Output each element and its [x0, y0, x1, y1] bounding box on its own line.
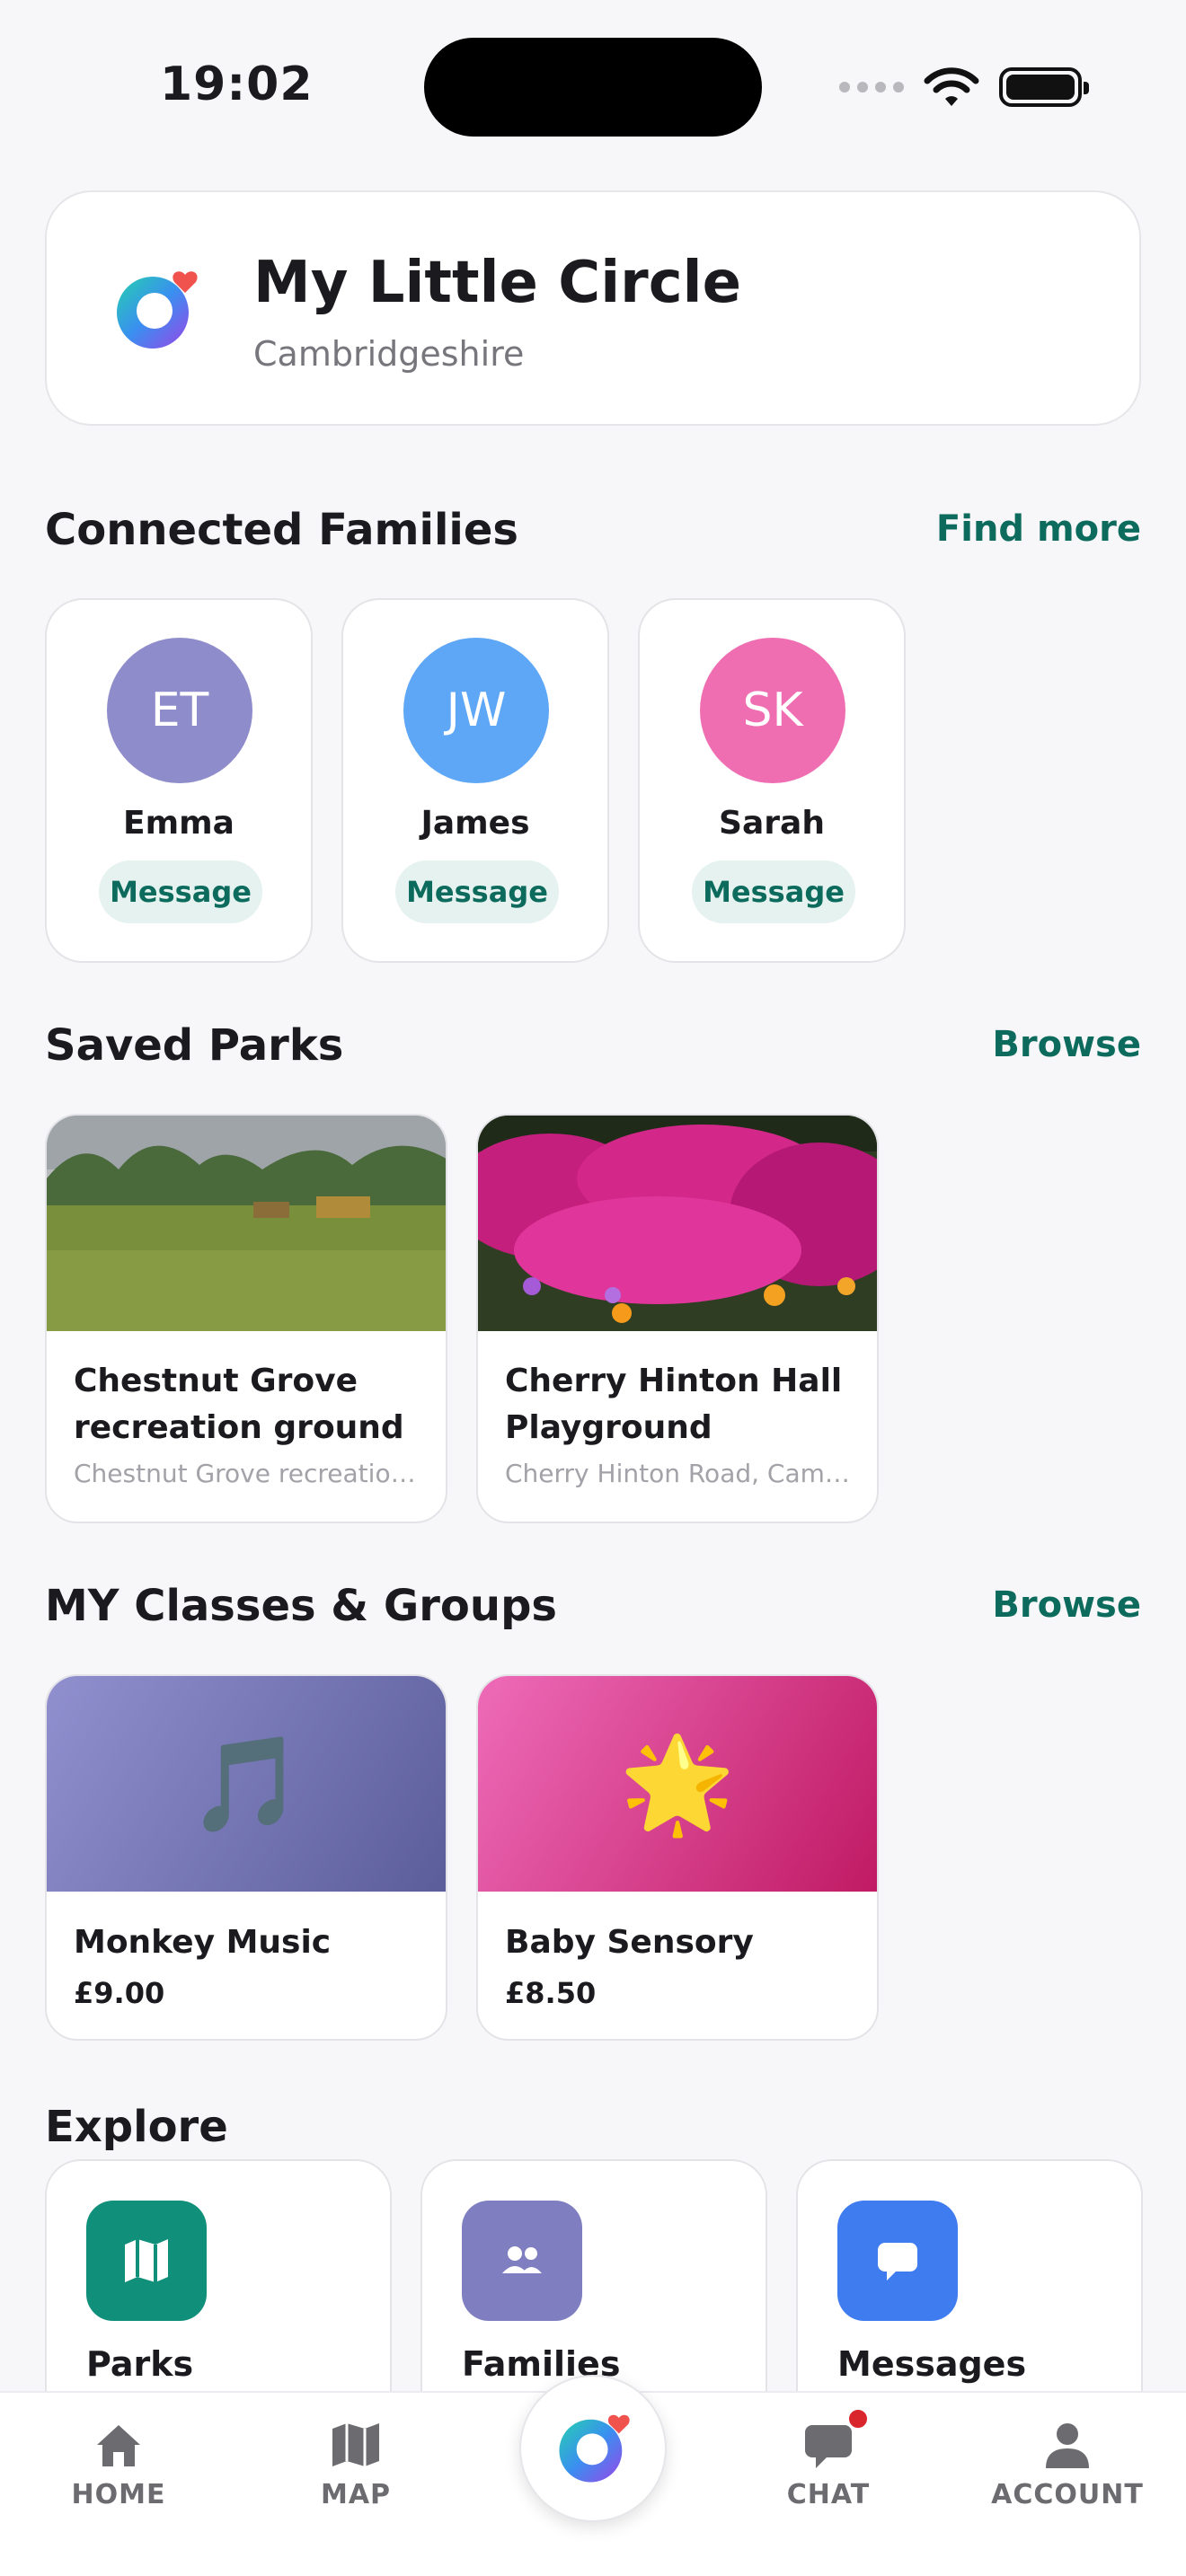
app-title: My Little Circle: [253, 250, 741, 316]
park-address: Chestnut Grove recreation ground, Cambri…: [74, 1459, 424, 1488]
class-card[interactable]: 🌟 Baby Sensory £8.50: [476, 1674, 879, 2041]
explore-label: Parks: [86, 2344, 194, 2384]
avatar: SK: [700, 638, 845, 783]
explore-label: Messages: [837, 2344, 1027, 2384]
app-header-card: My Little Circle Cambridgeshire: [45, 190, 1141, 426]
explore-messages-card[interactable]: Messages: [796, 2159, 1143, 2429]
family-card[interactable]: ET Emma Message: [45, 598, 313, 963]
nav-label: ACCOUNT: [991, 2479, 1144, 2510]
people-icon: [462, 2201, 582, 2321]
park-photo: [478, 1116, 877, 1331]
account-icon: [1046, 2423, 1089, 2468]
dynamic-island: [424, 38, 762, 137]
app-logo-icon: [117, 271, 198, 348]
class-price: £9.00: [74, 1976, 165, 2010]
map-icon: [86, 2201, 207, 2321]
home-screen: 19:02 My Little Circle Cambridgeshire Co…: [0, 0, 1186, 2576]
family-name: James: [420, 805, 530, 842]
battery-icon: [999, 67, 1089, 107]
star-icon: 🌟: [478, 1676, 877, 1892]
browse-classes-link[interactable]: Browse: [992, 1584, 1141, 1626]
map-icon: [332, 2423, 379, 2466]
browse-parks-link[interactable]: Browse: [992, 1024, 1141, 1065]
nav-label: MAP: [320, 2479, 392, 2510]
cellular-signal-icon: [839, 82, 904, 93]
find-more-link[interactable]: Find more: [936, 508, 1141, 550]
chat-icon: [805, 2425, 852, 2468]
park-card[interactable]: Cherry Hinton Hall Playground Cherry Hin…: [476, 1114, 879, 1523]
message-button[interactable]: Message: [99, 860, 262, 923]
nav-map[interactable]: MAP: [266, 2420, 446, 2510]
park-card[interactable]: Chestnut Grove recreation ground Chestnu…: [45, 1114, 447, 1523]
status-icons: [839, 65, 1089, 110]
class-name: Baby Sensory: [505, 1924, 754, 1961]
family-name: Sarah: [719, 805, 825, 842]
nav-account[interactable]: ACCOUNT: [978, 2420, 1157, 2510]
families-section-title: Connected Families: [45, 505, 518, 555]
explore-section-title: Explore: [45, 2102, 228, 2152]
class-card[interactable]: 🎵 Monkey Music £9.00: [45, 1674, 447, 2041]
avatar: ET: [107, 638, 252, 783]
family-card[interactable]: JW James Message: [341, 598, 609, 963]
explore-parks-card[interactable]: Parks: [45, 2159, 392, 2429]
status-time: 19:02: [160, 57, 314, 111]
location-label: Cambridgeshire: [253, 334, 525, 374]
chat-bubble-icon: [837, 2201, 958, 2321]
park-address: Cherry Hinton Road, Cambridge: [505, 1459, 855, 1488]
app-logo-icon: [559, 2414, 630, 2483]
park-name: Cherry Hinton Hall Playground: [505, 1363, 843, 1446]
nav-home[interactable]: HOME: [29, 2420, 208, 2510]
nav-label: CHAT: [786, 2479, 871, 2510]
message-button[interactable]: Message: [692, 860, 855, 923]
wifi-icon: [924, 67, 979, 106]
home-logo-button[interactable]: [519, 2375, 667, 2522]
class-name: Monkey Music: [74, 1924, 332, 1961]
nav-chat[interactable]: CHAT: [739, 2420, 918, 2510]
home-icon: [97, 2425, 140, 2466]
avatar: JW: [403, 638, 549, 783]
class-price: £8.50: [505, 1976, 597, 2010]
family-card[interactable]: SK Sarah Message: [638, 598, 906, 963]
message-button[interactable]: Message: [395, 860, 559, 923]
notification-badge: [846, 2407, 870, 2430]
music-note-icon: 🎵: [47, 1676, 446, 1892]
parks-section-title: Saved Parks: [45, 1020, 344, 1071]
nav-label: HOME: [71, 2479, 166, 2510]
family-name: Emma: [123, 805, 235, 842]
park-name: Chestnut Grove recreation ground: [74, 1363, 404, 1446]
park-photo: [47, 1116, 446, 1331]
classes-section-title: MY Classes & Groups: [45, 1581, 557, 1631]
